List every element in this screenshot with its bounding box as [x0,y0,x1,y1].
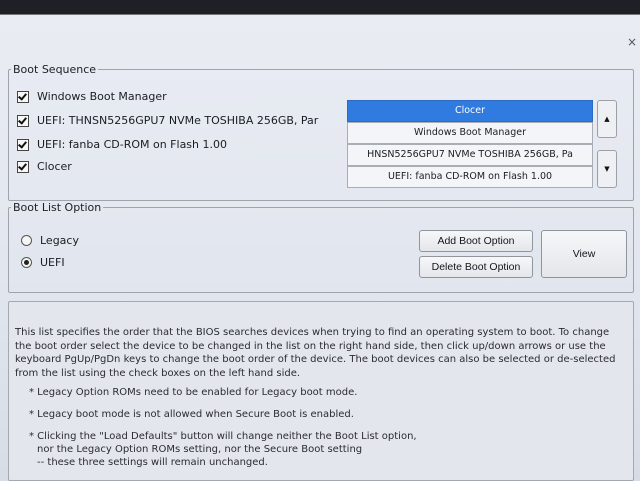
boot-item-uefi-cdrom[interactable]: UEFI: fanba CD-ROM on Flash 1.00 [17,138,227,151]
help-bullet: * Legacy boot mode is not allowed when S… [29,409,354,420]
delete-boot-option-button[interactable]: Delete Boot Option [419,256,533,278]
help-paragraph: This list specifies the order that the B… [15,327,616,379]
checkbox-checked-icon[interactable] [17,160,29,173]
radio-label: Legacy [40,234,79,247]
boot-order-item[interactable]: Windows Boot Manager [347,122,593,144]
boot-sequence-group: Boot Sequence Windows Boot Manager UEFI:… [8,63,634,201]
radio-off-icon[interactable] [21,235,32,246]
move-up-button[interactable]: ▲ [597,100,617,138]
help-bullet: * Legacy Option ROMs need to be enabled … [29,387,358,398]
boot-item-uefi-toshiba[interactable]: UEFI: THNSN5256GPU7 NVMe TOSHIBA 256GB, … [17,114,318,127]
help-bullet-continued: -- these three settings will remain unch… [37,457,268,468]
boot-item-label: Windows Boot Manager [37,90,167,103]
checkbox-checked-icon[interactable] [17,138,29,151]
boot-item-label: Clocer [37,160,72,173]
bios-panel: × Boot Sequence Windows Boot Manager UEF… [0,14,640,481]
boot-item-windows-boot-manager[interactable]: Windows Boot Manager [17,90,167,103]
boot-order-item[interactable]: Clocer [347,100,593,122]
move-down-button[interactable]: ▼ [597,150,617,188]
radio-uefi[interactable]: UEFI [21,256,65,269]
arrow-up-icon: ▲ [604,115,610,123]
arrow-down-icon: ▼ [604,165,610,173]
checkbox-checked-icon[interactable] [17,114,29,127]
top-bezel [0,0,640,14]
boot-sequence-legend: Boot Sequence [13,63,97,76]
boot-list-option-group: Boot List Option Legacy UEFI Add Boot Op… [8,201,634,293]
radio-on-icon[interactable] [21,257,32,268]
help-text-panel: This list specifies the order that the B… [8,301,634,481]
boot-item-label: UEFI: THNSN5256GPU7 NVMe TOSHIBA 256GB, … [37,114,319,127]
add-boot-option-button[interactable]: Add Boot Option [419,230,533,252]
boot-list-legend: Boot List Option [13,201,102,214]
boot-order-list: Clocer Windows Boot Manager HNSN5256GPU7… [347,100,593,194]
radio-label: UEFI [40,256,65,269]
help-bullet-continued: nor the Legacy Option ROMs setting, nor … [37,444,363,455]
view-button[interactable]: View [541,230,627,278]
boot-item-label: UEFI: fanba CD-ROM on Flash 1.00 [37,138,228,151]
close-icon[interactable]: × [627,36,637,48]
radio-legacy[interactable]: Legacy [21,234,79,247]
help-bullet: * Clicking the "Load Defaults" button wi… [29,431,417,442]
boot-order-item[interactable]: UEFI: fanba CD-ROM on Flash 1.00 [347,166,593,188]
checkbox-checked-icon[interactable] [17,90,29,103]
boot-item-clocer[interactable]: Clocer [17,160,72,173]
boot-order-item[interactable]: HNSN5256GPU7 NVMe TOSHIBA 256GB, Pa [347,144,593,166]
